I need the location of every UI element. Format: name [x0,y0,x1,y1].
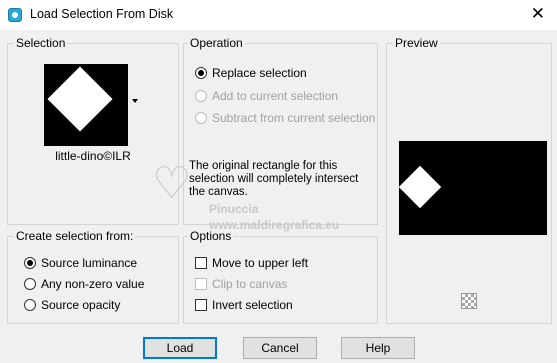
load-button[interactable]: Load [143,337,217,359]
title-bar: Load Selection From Disk ✕ [0,0,557,30]
operation-legend: Operation [188,36,245,50]
selection-legend: Selection [14,36,68,50]
create-from-legend: Create selection from: [14,229,136,243]
radio-label: Add to current selection [212,89,339,103]
radio-add-to-selection[interactable]: Add to current selection [195,88,338,104]
radio-button[interactable] [24,299,36,311]
close-icon[interactable]: ✕ [531,4,545,24]
radio-button[interactable] [195,90,207,102]
transparency-checker-icon[interactable] [461,293,477,309]
selection-thumbnail[interactable] [44,64,128,146]
radio-source-opacity[interactable]: Source opacity [24,297,120,313]
preview-legend: Preview [393,36,440,50]
checkbox-move-upper-left[interactable]: Move to upper left [195,255,308,271]
chevron-down-icon[interactable] [132,99,138,103]
app-icon [8,8,22,22]
help-button[interactable]: Help [341,337,415,359]
preview-diamond-shape [398,165,442,209]
radio-label: Any non-zero value [41,277,145,291]
radio-subtract-from-selection[interactable]: Subtract from current selection [195,110,375,126]
options-legend: Options [188,229,234,243]
thumbnail-diamond-shape [47,66,113,132]
checkbox[interactable] [195,299,207,311]
radio-label: Replace selection [212,66,307,80]
radio-label: Source opacity [41,298,121,312]
checkbox-clip-to-canvas[interactable]: Clip to canvas [195,276,287,292]
checkbox-label: Invert selection [212,298,293,312]
radio-button[interactable] [195,67,207,79]
radio-label: Source luminance [41,256,138,270]
checkbox[interactable] [195,278,207,290]
radio-button[interactable] [24,257,36,269]
cancel-button[interactable]: Cancel [243,337,317,359]
intersect-info-text: The original rectangle for this selectio… [189,160,359,198]
radio-button[interactable] [24,278,36,290]
checkbox[interactable] [195,257,207,269]
radio-any-non-zero[interactable]: Any non-zero value [24,276,144,292]
radio-button[interactable] [195,112,207,124]
checkbox-label: Move to upper left [212,256,309,270]
checkbox-invert-selection[interactable]: Invert selection [195,297,293,313]
window-title: Load Selection From Disk [30,7,174,21]
checkbox-label: Clip to canvas [212,277,288,291]
preview-canvas [398,141,547,235]
thumbnail-label: little-dino©ILR [55,149,131,163]
radio-label: Subtract from current selection [212,111,376,125]
radio-replace-selection[interactable]: Replace selection [195,65,307,81]
radio-source-luminance[interactable]: Source luminance [24,255,137,271]
